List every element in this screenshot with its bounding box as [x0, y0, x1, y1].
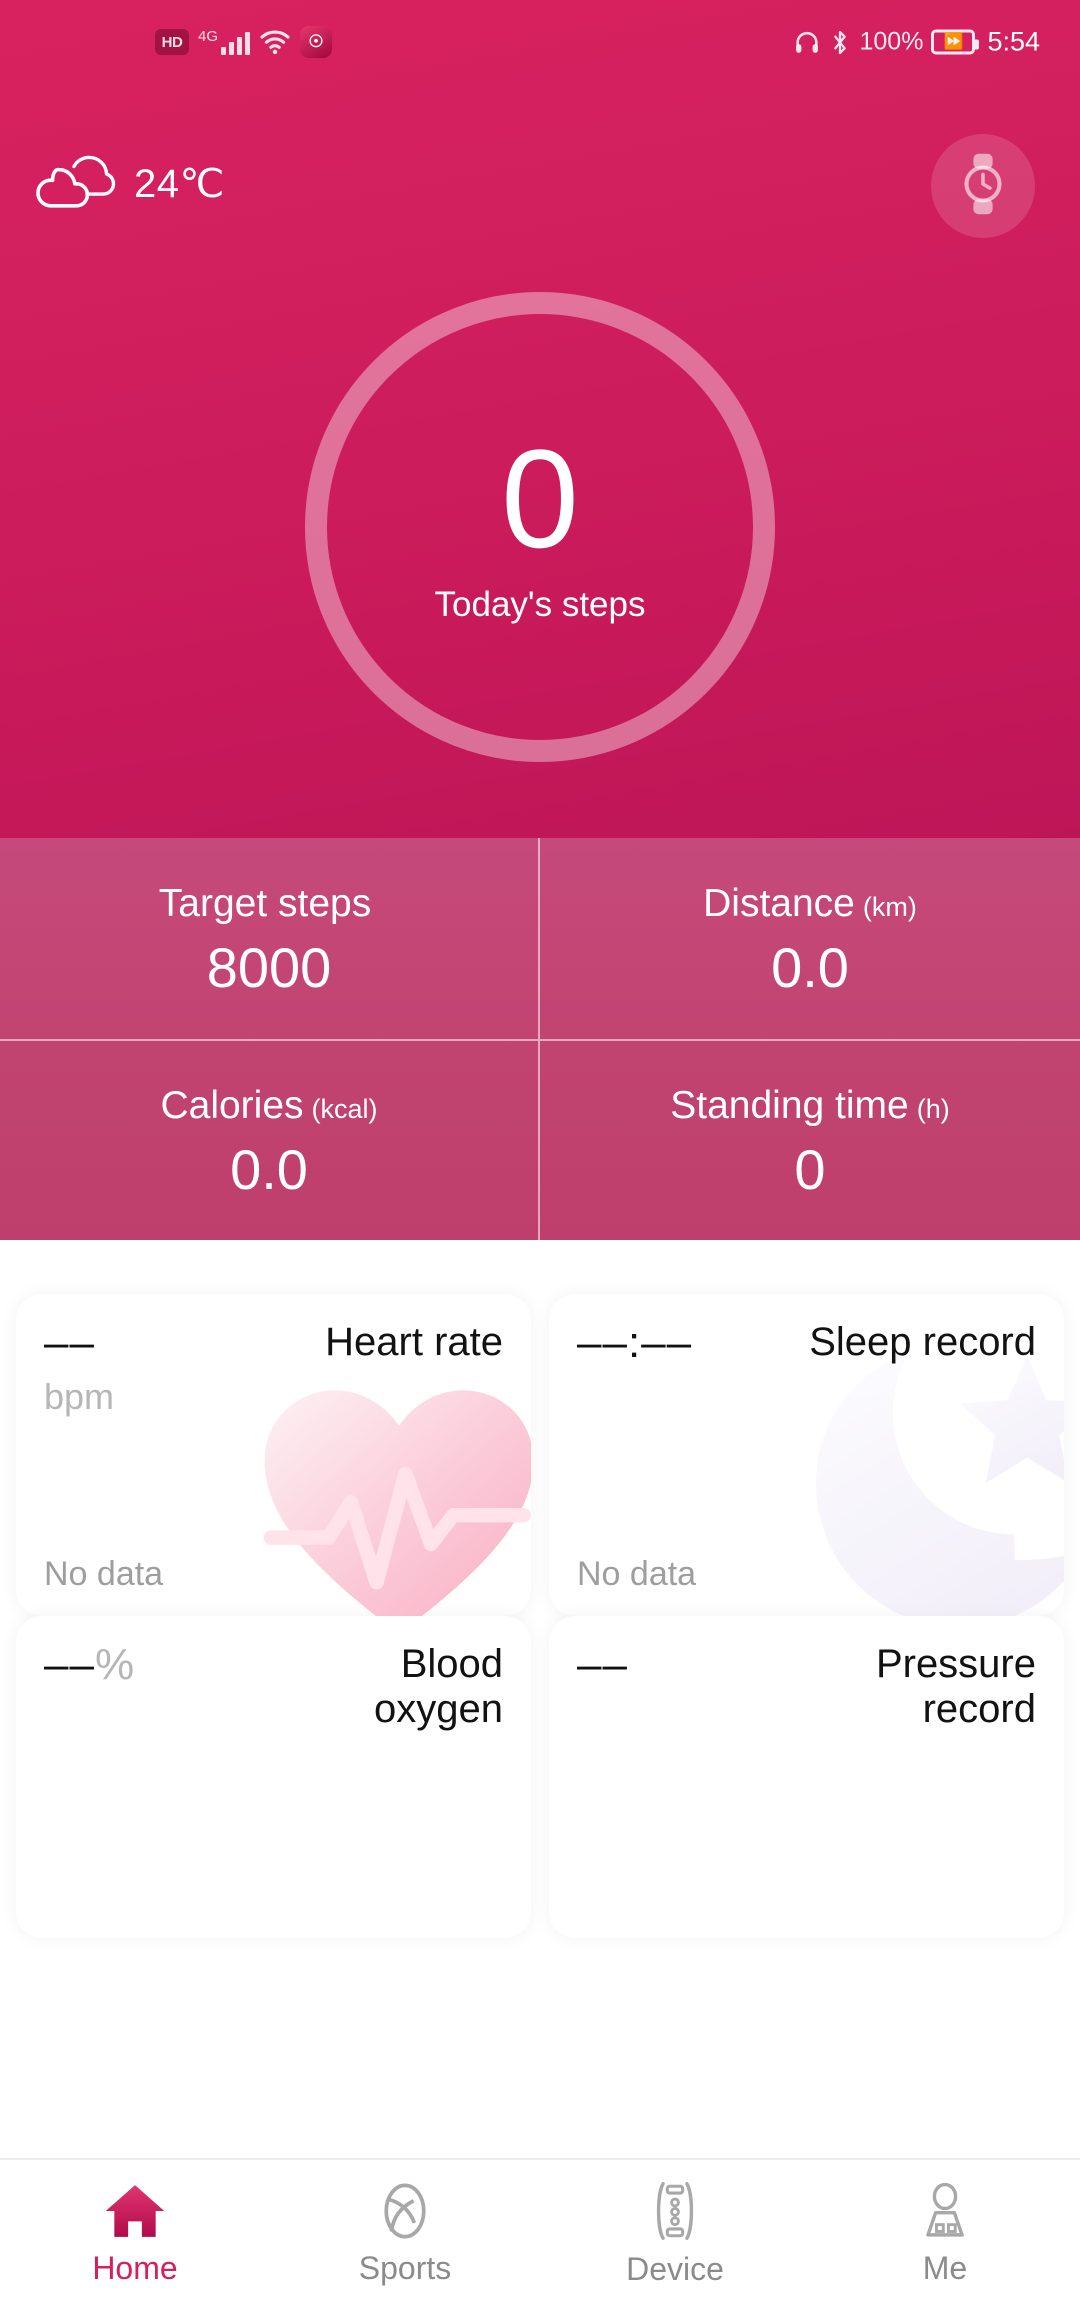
stat-title: Standing time (h): [670, 1084, 949, 1128]
stat-distance[interactable]: Distance (km) 0.0: [540, 838, 1080, 1039]
app-badge-icon: ☉: [300, 26, 333, 58]
tab-label: Home: [92, 2250, 178, 2286]
person-icon: [916, 2182, 974, 2244]
stat-unit: (h): [916, 1093, 950, 1124]
status-bar: HD 4G ☉ 100% ⏩ 5:54: [0, 0, 1080, 84]
moon-star-icon: [816, 1352, 1064, 1616]
stat-title-text: Standing time: [670, 1083, 909, 1127]
stat-target-steps[interactable]: Target steps 8000: [0, 838, 540, 1039]
stat-value: 0: [794, 1137, 826, 1201]
card-value: ––%: [44, 1640, 136, 1689]
card-title: Sleep record: [809, 1320, 1036, 1364]
card-empty-text: No data: [577, 1555, 697, 1593]
stat-value: 0.0: [230, 1137, 308, 1201]
headphones-icon: [793, 28, 821, 56]
metric-cards: –– bpm Heart rate No data ––:–– Sleep re…: [0, 1240, 1080, 2310]
card-empty-text: No data: [44, 1555, 164, 1593]
stat-unit: (km): [862, 891, 917, 922]
app-root: HD 4G ☉ 100% ⏩ 5:54 24℃ 0 Today's steps …: [0, 0, 1080, 2310]
card-value-text: ––: [44, 1640, 95, 1689]
stat-title-text: Target steps: [158, 881, 372, 925]
stat-calories[interactable]: Calories (kcal) 0.0: [0, 1039, 540, 1240]
stat-standing-time[interactable]: Standing time (h) 0: [540, 1039, 1080, 1240]
stat-value: 0.0: [771, 935, 849, 999]
sports-ball-icon: [376, 2183, 434, 2244]
clock-label: 5:54: [987, 26, 1040, 57]
stats-grid: Target steps 8000 Distance (km) 0.0 Calo…: [0, 838, 1080, 1240]
device-button[interactable]: [931, 134, 1035, 238]
card-header: ––% Blood oxygen: [44, 1640, 503, 1732]
card-metric: ––%: [44, 1640, 136, 1689]
cloud-icon: [34, 152, 116, 215]
stat-title-text: Distance: [703, 881, 855, 925]
network-type-label: 4G: [198, 28, 219, 45]
home-icon: [104, 2183, 166, 2244]
stat-value: 8000: [206, 935, 332, 999]
wifi-icon: [259, 29, 291, 55]
card-value: ––:––: [577, 1318, 693, 1367]
card-pressure-record[interactable]: –– Pressure record: [549, 1616, 1064, 1938]
watch-icon: [955, 151, 1011, 222]
temperature-label: 24℃: [134, 161, 225, 206]
tab-device[interactable]: Device: [540, 2182, 810, 2288]
card-metric: ––:––: [577, 1318, 693, 1376]
steps-value: 0: [501, 420, 579, 577]
signal-strength-icon: [221, 29, 251, 55]
wristband-icon: [648, 2182, 702, 2245]
card-metric: –– bpm: [44, 1318, 115, 1418]
card-title: Heart rate: [325, 1320, 503, 1364]
tab-me[interactable]: Me: [810, 2182, 1080, 2287]
stat-title: Calories (kcal): [160, 1084, 377, 1128]
card-value-suffix: %: [94, 1640, 136, 1689]
stat-unit: (kcal): [311, 1093, 378, 1124]
tab-label: Sports: [358, 2250, 452, 2286]
card-sleep-record[interactable]: ––:–– Sleep record No data: [549, 1294, 1064, 1616]
card-metric: ––: [577, 1640, 628, 1689]
card-title: Blood oxygen: [374, 1642, 503, 1731]
stat-title: Distance (km): [703, 882, 917, 926]
card-heart-rate[interactable]: –– bpm Heart rate No data: [16, 1294, 531, 1616]
card-header: –– Pressure record: [577, 1640, 1036, 1732]
battery-charging-icon: ⏩: [931, 29, 980, 55]
card-value: ––: [44, 1318, 95, 1367]
status-bar-right: 100% ⏩ 5:54: [793, 27, 1040, 58]
steps-ring[interactable]: 0 Today's steps: [305, 292, 775, 762]
signal-bars-icon: 4G: [198, 28, 251, 55]
bluetooth-icon: [829, 28, 851, 56]
steps-ring-content: 0 Today's steps: [305, 292, 775, 762]
tab-label: Device: [626, 2251, 724, 2287]
weather-widget[interactable]: 24℃: [34, 152, 225, 215]
steps-label: Today's steps: [434, 585, 646, 624]
hero-section: HD 4G ☉ 100% ⏩ 5:54 24℃ 0 Today's steps: [0, 0, 1080, 838]
stat-title-text: Calories: [160, 1083, 304, 1127]
stat-title: Target steps: [159, 882, 379, 926]
hd-icon: HD: [155, 29, 189, 55]
bottom-navigation: Home Sports Device Me: [0, 2158, 1080, 2310]
status-bar-left: HD 4G ☉: [155, 26, 333, 58]
card-value: ––: [577, 1640, 628, 1689]
card-title: Pressure record: [875, 1642, 1036, 1731]
tab-home[interactable]: Home: [0, 2183, 270, 2287]
card-header: –– bpm Heart rate: [44, 1318, 503, 1418]
card-blood-oxygen[interactable]: ––% Blood oxygen: [16, 1616, 531, 1938]
card-header: ––:–– Sleep record: [577, 1318, 1036, 1376]
tab-label: Me: [922, 2250, 968, 2286]
card-unit: bpm: [44, 1376, 115, 1418]
tab-sports[interactable]: Sports: [270, 2183, 540, 2287]
battery-percent-label: 100%: [859, 27, 924, 56]
